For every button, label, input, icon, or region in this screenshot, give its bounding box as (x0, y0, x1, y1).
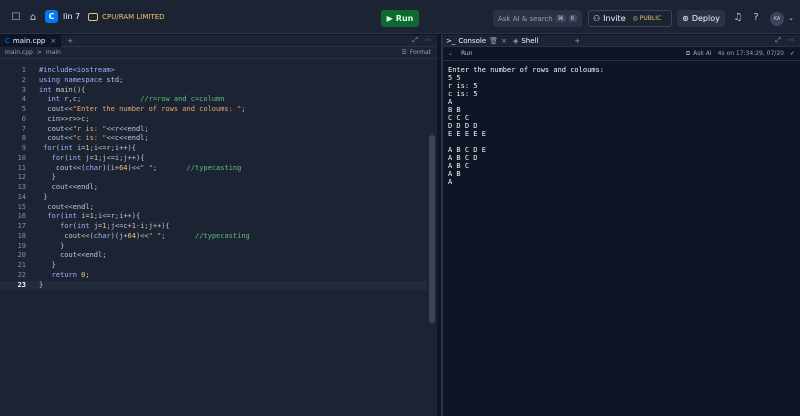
run-button-label: Run (395, 14, 414, 23)
tab-console[interactable]: >_ Console 🗑 × (446, 37, 507, 45)
code-line: 20 cout<<endl; (17, 251, 107, 260)
run-row-label: Run (461, 50, 473, 57)
editor-pane: C main.cpp × + ⤢ ⋯ main.cpp > main ☰ For… (0, 34, 437, 416)
expand-icon[interactable]: ⤢ (412, 36, 418, 45)
close-icon[interactable]: × (50, 37, 56, 45)
tab-shell[interactable]: ◈ Shell (513, 37, 538, 45)
avatar[interactable]: KA (770, 12, 784, 26)
expand-icon[interactable]: ⤢ (775, 36, 781, 45)
search-bar[interactable]: Ask AI & search ⌘ K (493, 10, 582, 27)
add-user-icon: ⚇ (593, 14, 601, 23)
repl-logo-icon: C (45, 10, 58, 23)
run-time: 4s on 17:34:29, 07/20 (717, 50, 784, 57)
ask-ai-button[interactable]: ⧉ Ask AI (686, 50, 712, 58)
format-label: Format (409, 49, 431, 56)
code-line: 18 cout<<(char)(j+64)<<" "; //typecastin… (17, 231, 250, 240)
code-line-current: 23} (0, 280, 427, 291)
more-icon[interactable]: ⋯ (424, 36, 431, 45)
repl-name: lin 7 (63, 12, 81, 21)
code-line: 22 return 0; (17, 270, 90, 279)
code-line: 11 cout<<(char)(i+64)<<" "; //typecastin… (17, 163, 242, 172)
search-label: Ask AI & search (498, 14, 553, 23)
deploy-icon: ⊛ (682, 14, 689, 23)
format-button[interactable]: ☰ Format (401, 49, 431, 56)
play-icon: ▶ (386, 14, 393, 23)
shell-tab-label: Shell (521, 36, 539, 45)
console-tab-actions: ⤢ ⋯ (775, 36, 794, 45)
console-pane: >_ Console 🗑 × ◈ Shell + ⤢ ⋯ ⌄ Run ⧉ Ask… (441, 35, 800, 416)
tab-label: main.cpp (12, 36, 46, 45)
plan-label: CPU/RAM LIMITED (102, 12, 165, 21)
new-tab-icon[interactable]: + (574, 37, 580, 45)
trash-icon[interactable]: 🗑 (489, 37, 498, 45)
deploy-label: Deploy (691, 14, 720, 23)
code-line: 14 } (17, 192, 48, 201)
console-tab-bar: >_ Console 🗑 × ◈ Shell + ⤢ ⋯ (443, 35, 800, 47)
breadcrumb: main.cpp > main ☰ Format (0, 47, 437, 59)
code-line: 2 using namespace std; (21, 75, 124, 84)
top-bar: ☐ ⌂ C lin 7 CPU/RAM LIMITED ▶ Run Ask AI… (0, 0, 800, 34)
code-line: 1 #include<iostream> (21, 66, 115, 74)
more-icon[interactable]: ⋯ (787, 36, 794, 45)
invite-button[interactable]: ⚇ Invite ◎ PUBLIC (588, 10, 672, 27)
chevron-down-icon[interactable]: ⌄ (784, 11, 798, 25)
code-line: 3 int main(){ (21, 85, 86, 94)
plan-badge[interactable]: CPU/RAM LIMITED (88, 12, 165, 21)
breadcrumb-symbol[interactable]: main (46, 49, 61, 56)
code-line: 19 } (17, 241, 65, 250)
code-area[interactable]: 1 #include<iostream> 2 using namespace std… (0, 66, 427, 291)
home-icon[interactable]: ⌂ (26, 10, 40, 24)
chip-icon (88, 12, 99, 21)
invite-label: Invite (603, 14, 626, 23)
editor-tab-actions: ⤢ ⋯ (412, 36, 431, 45)
shortcut-cmd: ⌘ (555, 15, 566, 22)
chevron-down-icon[interactable]: ⌄ (448, 50, 453, 57)
help-icon[interactable]: ? (749, 10, 763, 24)
public-badge: ◎ PUBLIC (632, 15, 662, 22)
new-tab-icon[interactable]: + (67, 37, 73, 45)
shortcut-k: K (568, 15, 577, 22)
cpp-file-icon: C (5, 36, 10, 45)
code-line: 10 for(int j=1;j<=i;j++){ (17, 153, 145, 162)
close-icon[interactable]: × (501, 37, 507, 45)
code-line: 16 for(int i=1;i<=r;i++){ (17, 212, 141, 221)
breadcrumb-separator: > (36, 49, 42, 56)
terminal-icon: >_ (446, 36, 456, 45)
console-tab-label: Console (458, 36, 487, 45)
code-line: 7 cout<<"r is: "<<r<<endl; (21, 124, 149, 133)
ask-ai-label: Ask AI (693, 49, 712, 57)
code-line: 17 for(int j=1;j<=c+1-i;j++){ (17, 222, 170, 230)
code-line: 4 int r,c; //r=row and c=column (21, 95, 225, 104)
code-line: 15 cout<<endl; (17, 202, 94, 211)
public-label: PUBLIC (639, 15, 662, 22)
tab-main-cpp[interactable]: C main.cpp × (0, 34, 62, 47)
editor-tab-bar: C main.cpp × + ⤢ ⋯ (0, 34, 437, 47)
ask-ai-icon: ⧉ (685, 49, 691, 57)
check-icon: ✓ (789, 50, 795, 57)
code-line: 6 cin>>r>>c; (21, 114, 90, 123)
shell-icon: ◈ (512, 36, 519, 45)
bell-icon[interactable]: ♫ (731, 10, 745, 24)
run-row[interactable]: ⌄ Run ⧉ Ask AI 4s on 17:34:29, 07/20 ✓ (443, 47, 800, 61)
code-line: 5 cout<<"Enter the number of rows and co… (21, 105, 246, 113)
code-line: 8 cout<<"c is: "<<c<<endl; (21, 134, 149, 143)
console-output[interactable]: Enter the number of rows and coloums: 5 … (443, 61, 800, 186)
sidebar-toggle-icon[interactable]: ☐ (9, 10, 23, 24)
deploy-button[interactable]: ⊛ Deploy (677, 10, 725, 27)
repl-title[interactable]: C lin 7 CPU/RAM LIMITED (45, 10, 165, 23)
code-line: 12 } (17, 173, 56, 182)
code-line: 9 for(int i=1;i<=r;i++){ (21, 144, 136, 152)
run-meta: ⧉ Ask AI 4s on 17:34:29, 07/20 ✓ (686, 50, 795, 58)
breadcrumb-file[interactable]: main.cpp (5, 49, 33, 56)
run-button[interactable]: ▶ Run (381, 10, 419, 27)
code-line: 21 } (17, 261, 56, 269)
format-icon: ☰ (401, 49, 407, 56)
code-line: 13 cout<<endl; (17, 183, 99, 191)
editor-scrollbar[interactable] (429, 135, 435, 323)
